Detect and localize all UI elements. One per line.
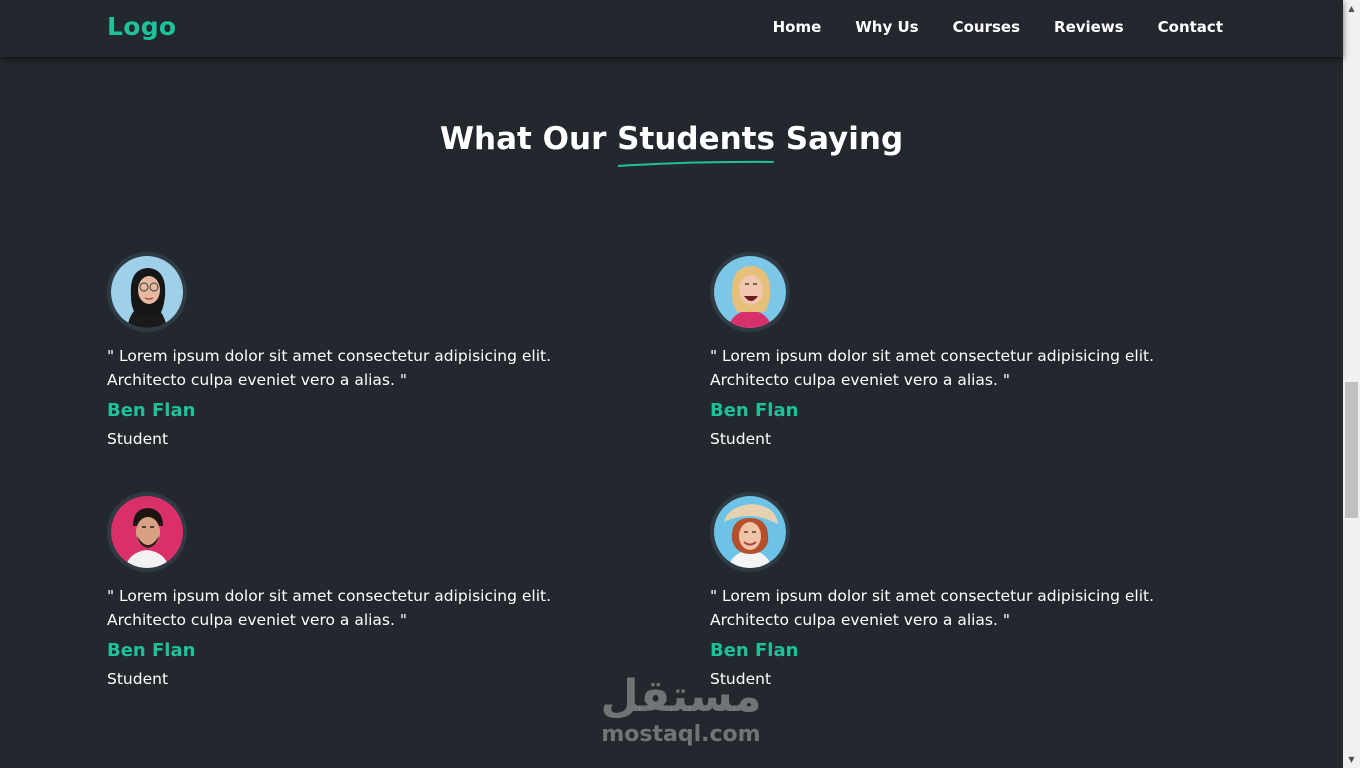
testimonial-name: Ben Flan bbox=[107, 400, 196, 421]
navbar: Logo Home Why Us Courses Reviews Contact bbox=[0, 0, 1343, 57]
testimonial-quote: " Lorem ipsum dolor sit amet consectetur… bbox=[107, 587, 552, 629]
testimonial-quote: " Lorem ipsum dolor sit amet consectetur… bbox=[710, 347, 1155, 389]
nav-contact[interactable]: Contact bbox=[1158, 18, 1223, 36]
title-highlight: Students bbox=[617, 121, 775, 167]
watermark-arabic: مستقل bbox=[600, 671, 762, 722]
vertical-scrollbar[interactable]: ▲ ▼ bbox=[1343, 0, 1360, 768]
nav-courses[interactable]: Courses bbox=[953, 18, 1020, 36]
nav-home[interactable]: Home bbox=[773, 18, 822, 36]
logo[interactable]: Logo bbox=[107, 12, 176, 41]
watermark: مستقل mostaql.com bbox=[596, 672, 766, 748]
scrollbar-thumb[interactable] bbox=[1345, 382, 1358, 518]
nav-why-us[interactable]: Why Us bbox=[855, 18, 918, 36]
page: Logo Home Why Us Courses Reviews Contact… bbox=[0, 0, 1360, 768]
testimonial-name: Ben Flan bbox=[107, 640, 196, 661]
testimonial-role: Student bbox=[710, 430, 772, 448]
testimonial-role: Student bbox=[107, 670, 169, 688]
testimonial-name: Ben Flan bbox=[710, 640, 799, 661]
testimonial-name: Ben Flan bbox=[710, 400, 799, 421]
student-avatar-woman-glasses bbox=[107, 252, 187, 332]
student-avatar-man-beard bbox=[107, 492, 187, 572]
title-before: What Our bbox=[439, 121, 607, 157]
title-highlight-text: Students bbox=[617, 121, 775, 157]
watermark-latin: mostaql.com bbox=[601, 722, 761, 747]
testimonial-quote: " Lorem ipsum dolor sit amet consectetur… bbox=[710, 587, 1155, 629]
title-underline bbox=[618, 160, 774, 167]
nav-reviews[interactable]: Reviews bbox=[1054, 18, 1124, 36]
testimonial-quote: " Lorem ipsum dolor sit amet consectetur… bbox=[107, 347, 552, 389]
scroll-up-arrow-icon[interactable]: ▲ bbox=[1343, 0, 1360, 17]
main-nav: Home Why Us Courses Reviews Contact bbox=[773, 18, 1223, 36]
testimonial-role: Student bbox=[107, 430, 169, 448]
student-avatar-woman-hat bbox=[710, 492, 790, 572]
scroll-down-arrow-icon[interactable]: ▼ bbox=[1343, 751, 1360, 768]
title-after: Saying bbox=[785, 121, 904, 157]
section-title: What Our Students Saying bbox=[0, 121, 1343, 167]
student-avatar-woman-blonde bbox=[710, 252, 790, 332]
